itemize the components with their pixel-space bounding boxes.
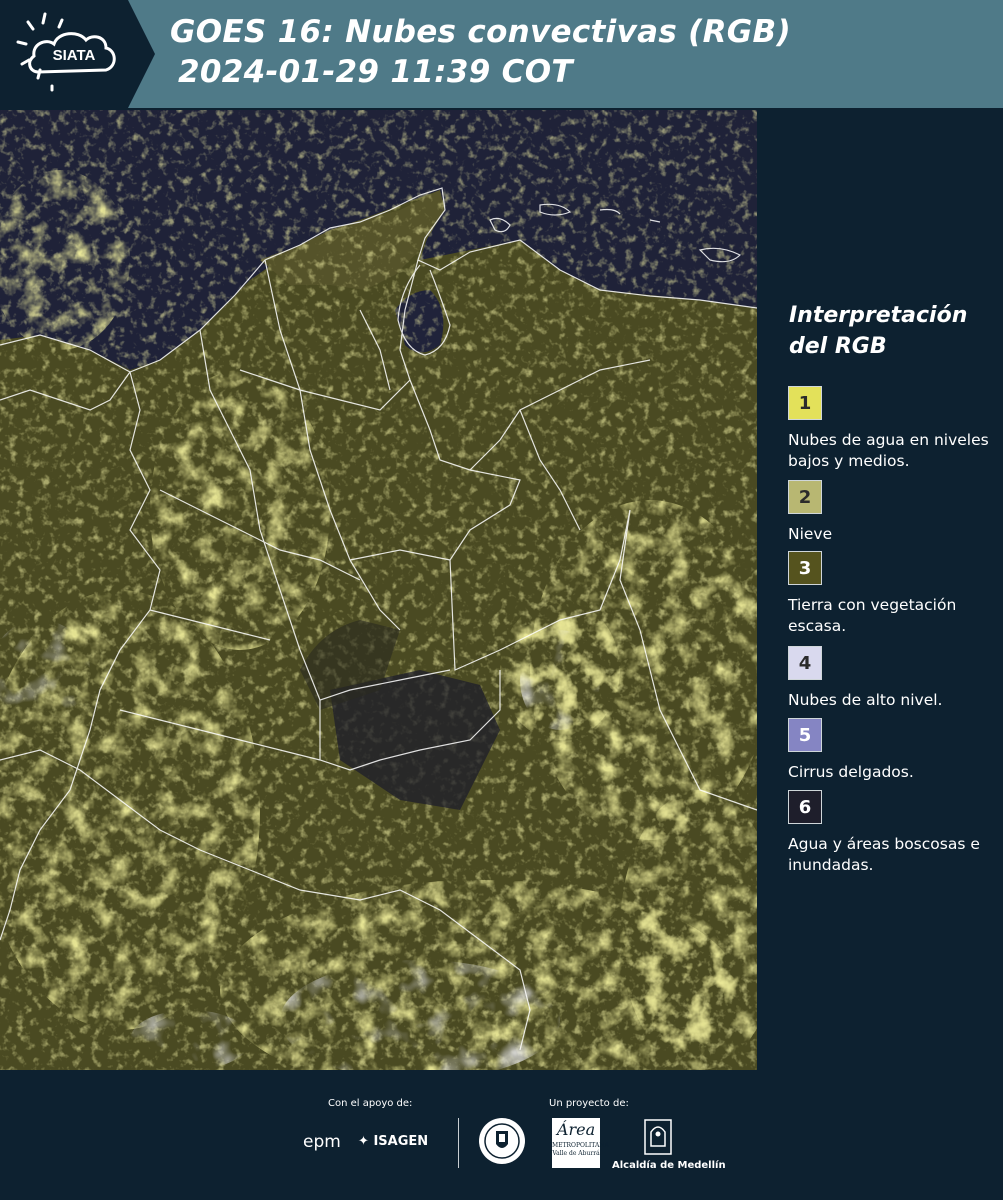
alcaldia-text: Alcaldía de Medellín [612,1160,726,1171]
isagen-text: ISAGEN [373,1134,429,1149]
area-logo-subtext: METROPOLITANA [552,1142,609,1149]
legend-label-6: Agua y áreas boscosas e inundadas. [788,835,980,874]
legend-swatch-1: 1 [788,386,822,420]
legend-label-3: Tierra con vegetación escasa. [788,596,957,635]
area-logo-subtext2: Valle de Aburrá [552,1150,600,1157]
isagen-logo: ✦ ISAGEN [358,1134,428,1149]
legend-swatch-5: 5 [788,718,822,752]
legend-item-2: 2 Nieve [788,480,998,545]
legend-item-6: 6 Agua y áreas boscosas e inundadas. [788,790,998,876]
satellite-map[interactable] [0,110,757,1070]
alcaldia-logo [643,1118,673,1156]
legend-swatch-4: 4 [788,646,822,680]
project-caption: Un proyecto de: [549,1098,629,1109]
header-bar: SIATA GOES 16: Nubes convectivas (RGB) 2… [0,0,1003,108]
legend-item-4: 4 Nubes de alto nivel. [788,646,998,711]
footer: Con el apoyo de: Un proyecto de: epm ✦ I… [0,1070,1003,1200]
legend-title: Interpretación del RGB [789,303,968,359]
legend-swatch-3: 3 [788,551,822,585]
epm-logo: epm [303,1132,341,1152]
legend-swatch-6: 6 [788,790,822,824]
siata-logo: SIATA [0,0,155,108]
area-metropolitana-logo: Área METROPOLITANA Valle de Aburrá [552,1118,609,1168]
page-title: GOES 16: Nubes convectivas (RGB) [170,14,791,50]
legend-label-5: Cirrus delgados. [788,763,914,781]
medellin-seal-logo [477,1116,527,1166]
area-logo-text: Área [556,1120,596,1139]
legend-swatch-2: 2 [788,480,822,514]
support-caption: Con el apoyo de: [328,1098,413,1109]
page-timestamp: 2024-01-29 11:39 COT [178,54,573,90]
logo-text: SIATA [53,47,96,64]
footer-divider [458,1118,459,1168]
isagen-icon: ✦ [358,1134,369,1149]
legend-item-3: 3 Tierra con vegetación escasa. [788,551,998,637]
legend-panel: Interpretación del RGB 1 Nubes de agua e… [760,110,1003,1070]
legend-item-5: 5 Cirrus delgados. [788,718,998,783]
legend-item-1: 1 Nubes de agua en niveles bajos y medio… [788,386,998,472]
legend-label-1: Nubes de agua en niveles bajos y medios. [788,431,989,470]
legend-label-4: Nubes de alto nivel. [788,691,943,709]
legend-label-2: Nieve [788,525,833,543]
